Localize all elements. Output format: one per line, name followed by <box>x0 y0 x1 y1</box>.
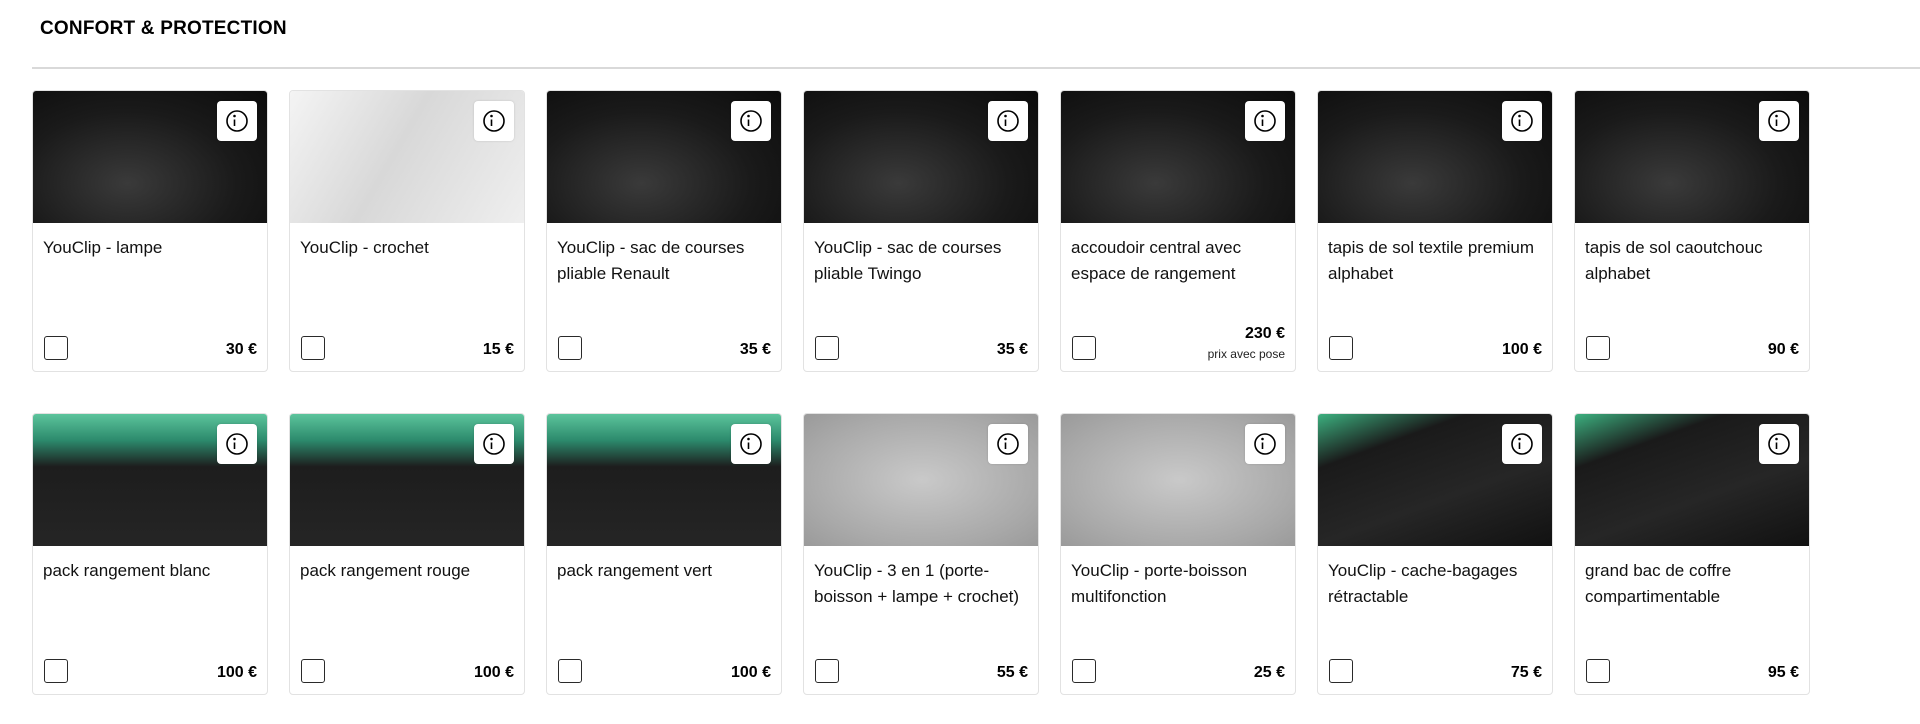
product-card[interactable]: tapis de sol caoutchouc alphabet 90 € <box>1574 90 1810 372</box>
product-name: grand bac de coffre compartimentable <box>1585 561 1732 606</box>
product-name: YouClip - 3 en 1 (porte-boisson + lampe … <box>814 561 1020 606</box>
select-checkbox[interactable] <box>1329 659 1353 683</box>
info-icon <box>1254 110 1276 132</box>
info-button[interactable] <box>1245 101 1285 141</box>
info-button[interactable] <box>217 424 257 464</box>
product-price: 55 € <box>996 664 1028 681</box>
product-price: 95 € <box>1767 664 1799 681</box>
select-checkbox[interactable] <box>1072 659 1096 683</box>
product-price: 90 € <box>1767 341 1799 358</box>
section-divider <box>32 67 1920 69</box>
info-button[interactable] <box>731 424 771 464</box>
info-icon <box>1511 433 1533 455</box>
select-checkbox[interactable] <box>1586 336 1610 360</box>
product-card[interactable]: pack rangement vert 100 € <box>546 413 782 695</box>
product-name: pack rangement blanc <box>43 561 211 580</box>
info-icon <box>483 110 505 132</box>
info-icon <box>1768 110 1790 132</box>
product-card[interactable]: pack rangement blanc 100 € <box>32 413 268 695</box>
info-button[interactable] <box>474 101 514 141</box>
product-card[interactable]: YouClip - crochet 15 € <box>289 90 525 372</box>
product-price: 230 € <box>1244 325 1285 342</box>
product-name: pack rangement vert <box>557 561 712 580</box>
product-card[interactable]: YouClip - porte-boisson multifonction 25… <box>1060 413 1296 695</box>
select-checkbox[interactable] <box>1072 336 1096 360</box>
product-card[interactable]: YouClip - 3 en 1 (porte-boisson + lampe … <box>803 413 1039 695</box>
product-price: 100 € <box>730 664 771 681</box>
section-title: CONFORT & PROTECTION <box>40 18 287 39</box>
select-checkbox[interactable] <box>558 659 582 683</box>
info-button[interactable] <box>988 101 1028 141</box>
product-name: YouClip - lampe <box>43 238 163 257</box>
info-button[interactable] <box>731 101 771 141</box>
info-button[interactable] <box>1759 424 1799 464</box>
select-checkbox[interactable] <box>1586 659 1610 683</box>
product-name: YouClip - crochet <box>300 238 429 257</box>
product-name: tapis de sol caoutchouc alphabet <box>1585 238 1763 283</box>
info-button[interactable] <box>1245 424 1285 464</box>
select-checkbox[interactable] <box>44 659 68 683</box>
product-price: 35 € <box>739 341 771 358</box>
product-name: tapis de sol textile premium alphabet <box>1328 238 1534 283</box>
product-price: 100 € <box>1501 341 1542 358</box>
info-icon <box>1768 433 1790 455</box>
info-icon <box>997 110 1019 132</box>
info-icon <box>226 433 248 455</box>
product-card[interactable]: pack rangement rouge 100 € <box>289 413 525 695</box>
select-checkbox[interactable] <box>815 336 839 360</box>
info-icon <box>740 110 762 132</box>
info-icon <box>1254 433 1276 455</box>
info-button[interactable] <box>1502 101 1542 141</box>
product-price: 100 € <box>216 664 257 681</box>
product-card[interactable]: YouClip - sac de courses pliable Twingo … <box>803 90 1039 372</box>
product-name: YouClip - sac de courses pliable Renault <box>557 238 745 283</box>
product-card[interactable]: accoudoir central avec espace de rangeme… <box>1060 90 1296 372</box>
select-checkbox[interactable] <box>558 336 582 360</box>
product-name: YouClip - porte-boisson multifonction <box>1071 561 1248 606</box>
select-checkbox[interactable] <box>815 659 839 683</box>
product-name: YouClip - sac de courses pliable Twingo <box>814 238 1002 283</box>
info-icon <box>483 433 505 455</box>
info-button[interactable] <box>1759 101 1799 141</box>
product-card[interactable]: tapis de sol textile premium alphabet 10… <box>1317 90 1553 372</box>
info-button[interactable] <box>988 424 1028 464</box>
info-icon <box>740 433 762 455</box>
product-price: 30 € <box>225 341 257 358</box>
product-card[interactable]: YouClip - cache-bagages rétractable 75 € <box>1317 413 1553 695</box>
product-name: pack rangement rouge <box>300 561 471 580</box>
select-checkbox[interactable] <box>1329 336 1353 360</box>
info-button[interactable] <box>217 101 257 141</box>
info-button[interactable] <box>1502 424 1542 464</box>
product-card[interactable]: YouClip - sac de courses pliable Renault… <box>546 90 782 372</box>
product-price: 75 € <box>1510 664 1542 681</box>
product-price: 100 € <box>473 664 514 681</box>
select-checkbox[interactable] <box>44 336 68 360</box>
price-note: prix avec pose <box>1207 347 1285 361</box>
product-name: YouClip - cache-bagages rétractable <box>1328 561 1518 606</box>
info-button[interactable] <box>474 424 514 464</box>
product-price: 35 € <box>996 341 1028 358</box>
product-card[interactable]: grand bac de coffre compartimentable 95 … <box>1574 413 1810 695</box>
select-checkbox[interactable] <box>301 336 325 360</box>
info-icon <box>1511 110 1533 132</box>
product-card[interactable]: YouClip - lampe 30 € <box>32 90 268 372</box>
product-price: 25 € <box>1253 664 1285 681</box>
info-icon <box>997 433 1019 455</box>
product-grid: YouClip - lampe 30 € YouClip - crochet 1… <box>32 90 1810 695</box>
info-icon <box>226 110 248 132</box>
select-checkbox[interactable] <box>301 659 325 683</box>
product-name: accoudoir central avec espace de rangeme… <box>1071 238 1242 283</box>
product-price: 15 € <box>482 341 514 358</box>
